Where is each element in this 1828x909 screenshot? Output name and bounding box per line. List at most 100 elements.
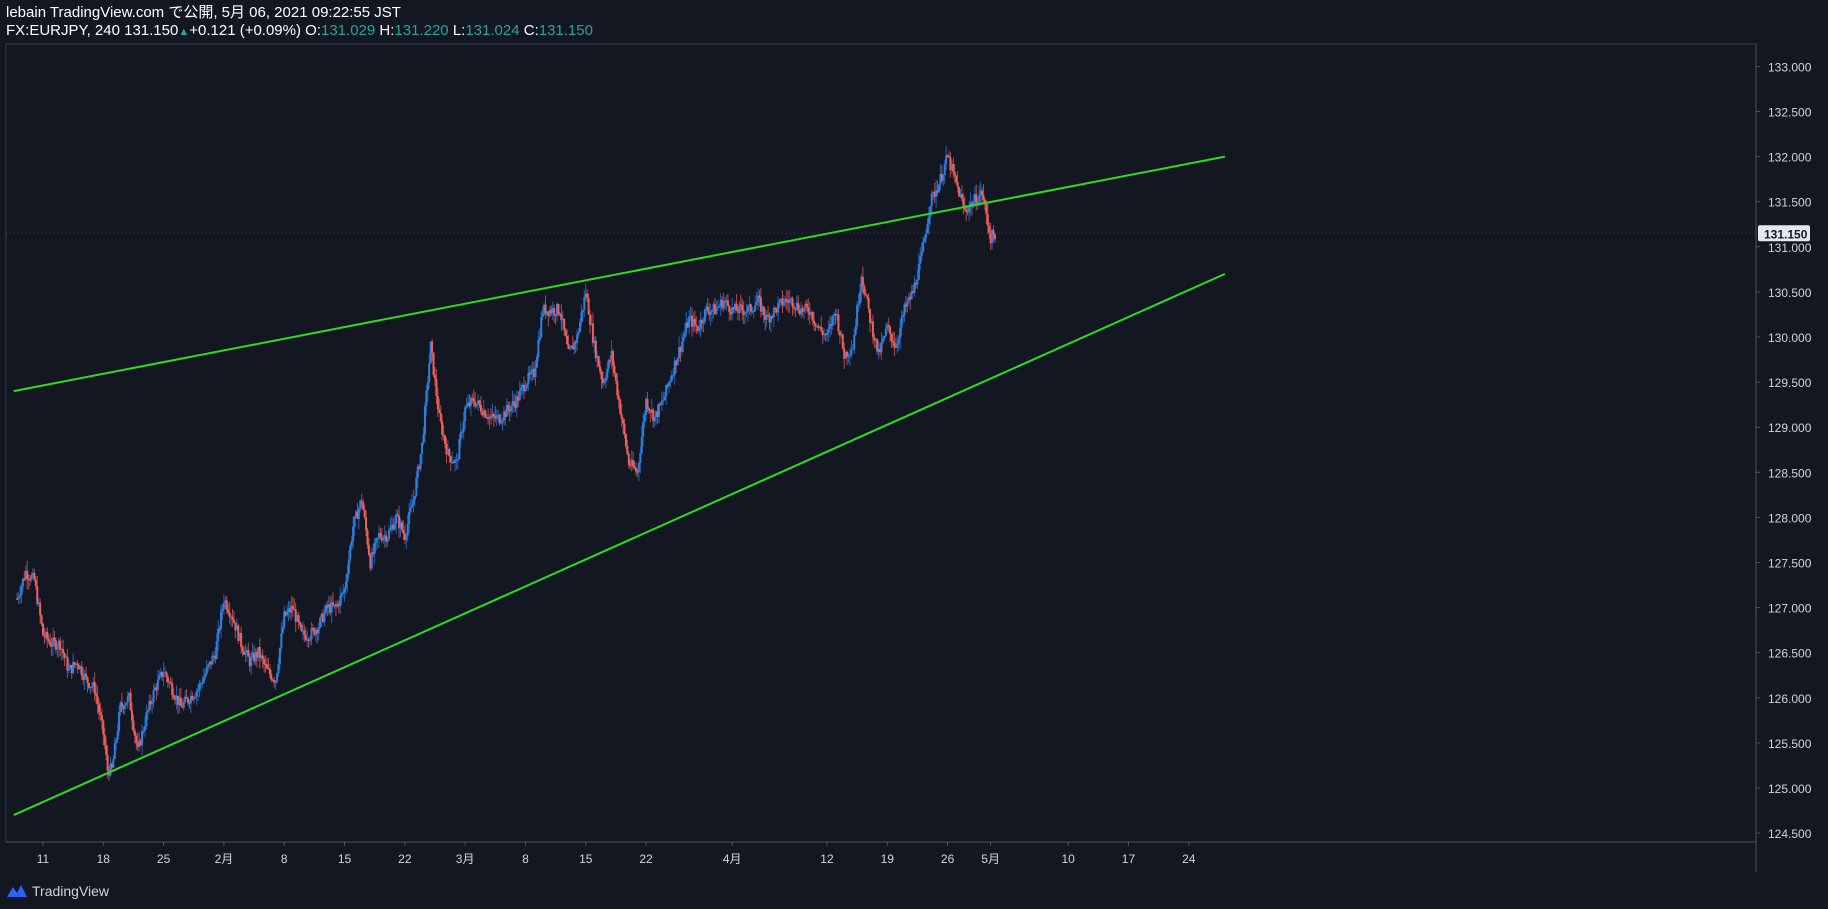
candle-body <box>276 673 279 682</box>
candle-body <box>927 216 930 224</box>
candle-body <box>300 624 303 631</box>
candle-body <box>115 739 118 744</box>
candle-body <box>520 387 523 391</box>
candle-body <box>197 689 200 692</box>
candle-body <box>478 400 481 406</box>
candle-body <box>102 720 105 735</box>
candle-body <box>777 303 780 313</box>
candle-body <box>762 306 765 316</box>
candle-body <box>581 309 584 313</box>
candle-body <box>319 617 322 628</box>
candle-body <box>841 334 844 349</box>
candle-body <box>805 303 808 308</box>
candle-body <box>900 317 903 328</box>
price-chart[interactable]: 124.500 125.000 125.500 126.000 126.500 127.0… <box>0 0 1828 909</box>
candle-body <box>344 581 347 589</box>
candle-body <box>986 214 989 226</box>
candle-body <box>785 298 788 301</box>
candle-body <box>120 702 123 707</box>
candle-body <box>867 297 870 309</box>
candle-body <box>247 650 250 657</box>
candle-body <box>221 608 224 612</box>
candle-body <box>850 350 853 355</box>
candle-body <box>59 640 62 650</box>
candle-body <box>619 399 622 414</box>
candle-body <box>906 301 909 307</box>
candle-body <box>278 648 281 664</box>
candle-body <box>99 712 102 716</box>
candle-body <box>204 673 207 678</box>
candle-body <box>103 734 106 746</box>
candle-body <box>422 434 425 443</box>
candle-body <box>755 302 758 306</box>
x-tick-label: 8 <box>281 852 288 866</box>
candle-body <box>33 572 36 580</box>
y-tick-label: 131.500 <box>1768 196 1812 210</box>
candle-body <box>458 439 461 460</box>
candle-body <box>265 664 268 669</box>
candle-body <box>709 311 712 315</box>
candle-body <box>464 407 467 422</box>
candle-body <box>47 639 50 642</box>
candle-body <box>985 203 988 215</box>
candle-body <box>948 155 951 158</box>
candle-body <box>439 412 442 422</box>
candle-body <box>475 403 478 407</box>
candle-body <box>339 595 342 607</box>
tradingview-logo-icon <box>7 885 27 897</box>
candle-body <box>535 356 538 368</box>
candle-body <box>813 320 816 323</box>
candle-body <box>856 304 859 327</box>
candle-body <box>172 695 175 699</box>
y-tick-label: 127.500 <box>1768 557 1812 571</box>
candle-body <box>500 422 503 424</box>
candle-body <box>591 323 594 344</box>
candle-body <box>376 537 379 540</box>
candle-body <box>752 310 755 313</box>
candle-body <box>393 523 396 530</box>
footer-brand[interactable]: TradingView <box>6 880 109 902</box>
candle-body <box>166 677 169 683</box>
candle-body <box>151 702 154 705</box>
candle-body <box>968 206 971 213</box>
y-tick-label: 125.000 <box>1768 782 1812 796</box>
candle-body <box>589 314 592 325</box>
candle-body <box>36 586 39 604</box>
candle-body <box>772 307 775 318</box>
candle-body <box>16 598 19 600</box>
candle-body <box>360 500 363 503</box>
candle-body <box>634 468 637 472</box>
candle-body <box>133 730 136 736</box>
candle-body <box>353 516 356 527</box>
candle-body <box>530 370 533 375</box>
candle-body <box>613 365 616 374</box>
candle-body <box>988 225 991 233</box>
candle-body <box>232 619 235 623</box>
candle-body <box>848 354 851 357</box>
x-tick-label: 15 <box>579 852 593 866</box>
candle-body <box>858 291 861 304</box>
x-tick-label: 19 <box>881 852 895 866</box>
candle-body <box>462 421 465 432</box>
candle-body <box>538 337 541 341</box>
candle-body <box>211 655 214 665</box>
candle-body <box>863 285 866 294</box>
candle-body <box>715 307 718 315</box>
candle-body <box>627 453 630 465</box>
candle-body <box>579 322 582 332</box>
candle-body <box>792 306 795 309</box>
candle-body <box>116 731 119 740</box>
candle-body <box>637 463 640 472</box>
candle-body <box>34 579 37 587</box>
candle-body <box>672 374 675 376</box>
candle-body <box>702 321 705 324</box>
candle-body <box>40 615 43 624</box>
candle-body <box>198 683 201 690</box>
y-tick-label: 129.000 <box>1768 421 1812 435</box>
candle-body <box>663 396 666 401</box>
candle-body <box>217 628 220 642</box>
candle-body <box>587 298 590 315</box>
candle-body <box>952 164 955 172</box>
candle-body <box>42 623 44 636</box>
candle-body <box>405 535 408 540</box>
